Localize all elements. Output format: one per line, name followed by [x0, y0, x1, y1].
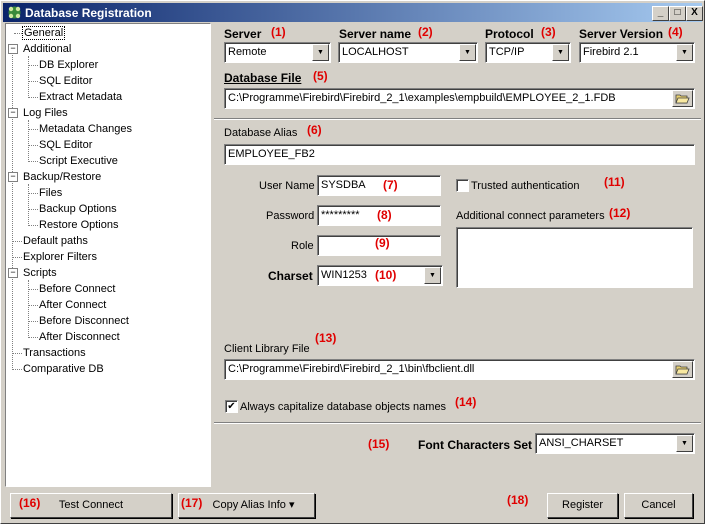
minimize-button[interactable]: _ — [652, 6, 669, 21]
folder-open-icon — [675, 94, 690, 104]
marker-2: (2) — [418, 25, 433, 39]
additional-params-label: Additional connect parameters — [456, 210, 605, 222]
marker-11: (11) — [604, 175, 625, 189]
tree-item-transactions[interactable]: Transactions — [23, 346, 86, 360]
tree-item-after-disconnect[interactable]: After Disconnect — [39, 330, 120, 344]
tree-item-files[interactable]: Files — [39, 186, 62, 200]
database-alias-label: Database Alias — [224, 127, 298, 139]
server-select[interactable]: Remote ▼ — [224, 42, 331, 63]
tree-item-db-explorer[interactable]: DB Explorer — [39, 58, 98, 72]
cancel-button[interactable]: Cancel — [624, 493, 693, 518]
collapse-log-files-icon[interactable]: − — [8, 108, 18, 118]
close-icon: X — [691, 7, 698, 18]
user-name-field[interactable]: SYSDBA — [317, 175, 441, 196]
separator — [214, 118, 701, 120]
role-label: Role — [291, 240, 314, 252]
marker-5: (5) — [313, 69, 328, 83]
collapse-additional-icon[interactable]: − — [8, 44, 18, 54]
font-charset-label: Font Characters Set — [418, 438, 533, 452]
general-settings-panel: Server (1) Server name (2) Protocol (3) … — [214, 23, 701, 485]
tree-item-metadata-changes[interactable]: Metadata Changes — [39, 122, 132, 136]
browse-client-library-button[interactable] — [672, 361, 693, 378]
marker-15: (15) — [368, 437, 390, 451]
user-name-label: User Name — [259, 180, 315, 192]
marker-8: (8) — [377, 208, 392, 222]
collapse-scripts-icon[interactable]: − — [8, 268, 18, 278]
tree-item-log-files[interactable]: Log Files — [23, 106, 68, 120]
client-library-label: Client Library File — [224, 343, 310, 355]
marker-10: (10) — [375, 268, 397, 282]
window-title: Database Registration — [25, 6, 152, 20]
tree-item-before-disconnect[interactable]: Before Disconnect — [39, 314, 129, 328]
marker-9: (9) — [375, 236, 390, 250]
maximize-icon: □ — [674, 7, 681, 18]
tree-item-extract-metadata[interactable]: Extract Metadata — [39, 90, 122, 104]
server-label: Server — [224, 27, 262, 41]
tree-item-scripts[interactable]: Scripts — [23, 266, 57, 280]
marker-16: (16) — [19, 496, 41, 510]
marker-13: (13) — [315, 331, 337, 345]
tree-item-after-connect[interactable]: After Connect — [39, 298, 106, 312]
protocol-select[interactable]: TCP/IP ▼ — [485, 42, 571, 63]
tree-item-backup-restore[interactable]: Backup/Restore — [23, 170, 101, 184]
tree-item-comparative-db[interactable]: Comparative DB — [23, 362, 104, 376]
trusted-authentication-checkbox[interactable] — [456, 179, 469, 192]
protocol-label: Protocol — [485, 27, 534, 41]
chevron-down-icon[interactable]: ▼ — [552, 44, 569, 61]
marker-4: (4) — [668, 25, 683, 39]
folder-open-icon — [675, 365, 690, 375]
database-alias-field[interactable]: EMPLOYEE_FB2 — [224, 144, 695, 165]
server-name-select[interactable]: LOCALHOST ▼ — [338, 42, 478, 63]
font-charset-select[interactable]: ANSI_CHARSET ▼ — [535, 433, 695, 454]
database-file-label: Database File — [224, 71, 302, 85]
check-icon: ✔ — [227, 401, 236, 412]
server-version-select[interactable]: Firebird 2.1 ▼ — [579, 42, 695, 63]
tree-item-explorer-filters[interactable]: Explorer Filters — [23, 250, 97, 264]
browse-database-file-button[interactable] — [672, 90, 693, 107]
marker-18: (18) — [507, 493, 529, 507]
chevron-down-icon[interactable]: ▼ — [312, 44, 329, 61]
tree-item-before-connect[interactable]: Before Connect — [39, 282, 115, 296]
marker-3: (3) — [541, 25, 556, 39]
client-library-field[interactable]: C:\Programme\Firebird\Firebird_2_1\bin\f… — [224, 359, 695, 380]
maximize-button[interactable]: □ — [669, 6, 686, 21]
tree-item-general[interactable]: General — [21, 26, 66, 40]
marker-7: (7) — [383, 178, 398, 192]
server-version-label: Server Version — [579, 27, 664, 41]
separator — [214, 422, 701, 424]
capitalize-names-checkbox[interactable]: ✔ — [225, 400, 238, 413]
chevron-down-icon[interactable]: ▼ — [676, 44, 693, 61]
charset-label: Charset — [268, 269, 313, 283]
marker-1: (1) — [271, 25, 286, 39]
tree-item-script-executive[interactable]: Script Executive — [39, 154, 118, 168]
bottom-bar: Test Connect (16) Copy Alias Info ▾ (17)… — [1, 487, 704, 523]
marker-14: (14) — [455, 395, 477, 409]
marker-6: (6) — [307, 123, 322, 137]
database-app-icon — [8, 6, 21, 19]
minimize-icon: _ — [657, 7, 664, 18]
chevron-down-icon[interactable]: ▼ — [424, 267, 441, 284]
database-registration-window: Database Registration _ □ X General − Ad… — [0, 0, 705, 524]
title-bar[interactable]: Database Registration _ □ X — [3, 3, 703, 22]
additional-params-field[interactable] — [456, 227, 693, 288]
trusted-authentication-label: Trusted authentication — [471, 180, 580, 192]
marker-12: (12) — [609, 206, 631, 220]
tree-item-sql-editor-log[interactable]: SQL Editor — [39, 138, 92, 152]
tree-item-restore-options[interactable]: Restore Options — [39, 218, 118, 232]
server-name-label: Server name — [339, 27, 412, 41]
password-label: Password — [266, 210, 315, 222]
close-button[interactable]: X — [686, 6, 703, 21]
tree-item-default-paths[interactable]: Default paths — [23, 234, 88, 248]
options-tree[interactable]: General − Additional DB Explorer SQL Edi… — [5, 23, 211, 487]
chevron-down-icon[interactable]: ▼ — [459, 44, 476, 61]
tree-item-additional[interactable]: Additional — [23, 42, 71, 56]
tree-item-backup-options[interactable]: Backup Options — [39, 202, 117, 216]
database-file-field[interactable]: C:\Programme\Firebird\Firebird_2_1\examp… — [224, 88, 695, 109]
collapse-backup-restore-icon[interactable]: − — [8, 172, 18, 182]
register-button[interactable]: Register — [547, 493, 618, 518]
chevron-down-icon[interactable]: ▼ — [676, 435, 693, 452]
marker-17: (17) — [181, 496, 203, 510]
tree-item-sql-editor[interactable]: SQL Editor — [39, 74, 92, 88]
capitalize-names-label: Always capitalize database objects names — [240, 401, 447, 413]
